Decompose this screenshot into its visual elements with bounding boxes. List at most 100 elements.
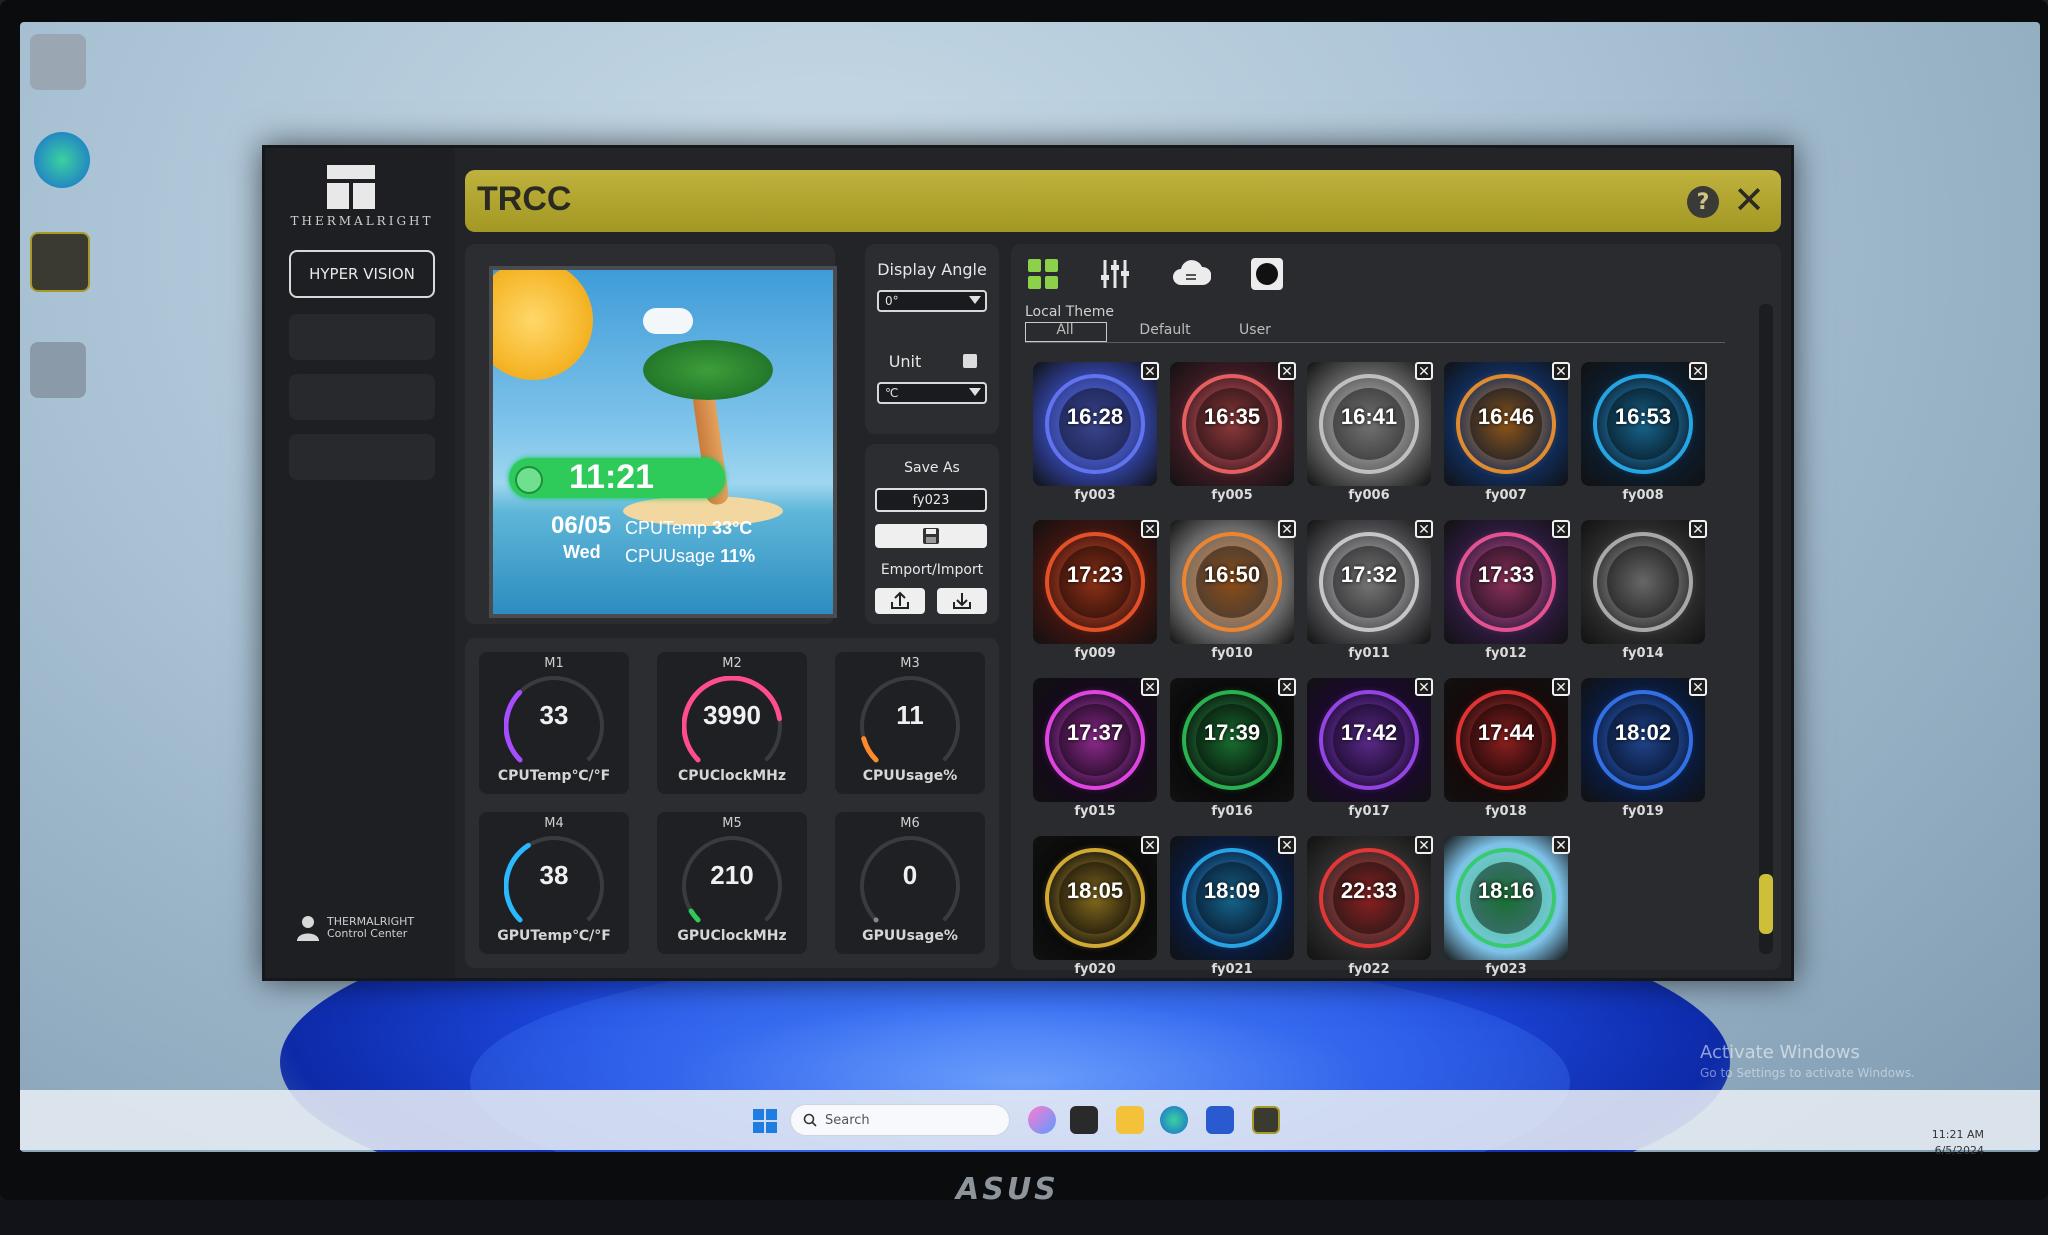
theme-grid-tool[interactable] [1023,254,1063,294]
lcd-preview[interactable]: 11:21 06/05 Wed CPUTemp 33°C CPUUsage 11… [489,266,837,618]
theme-card-fy012[interactable]: 17:33 ✕ fy012 [1444,520,1572,670]
theme-thumbnail[interactable]: 17:37 [1033,678,1157,802]
theme-card-fy011[interactable]: 17:32 ✕ fy011 [1307,520,1435,670]
sidebar-slot-1[interactable] [289,314,435,360]
theme-thumbnail[interactable]: 17:42 [1307,678,1431,802]
delete-theme-button[interactable]: ✕ [1552,362,1570,380]
theme-card-fy018[interactable]: 17:44 ✕ fy018 [1444,678,1572,828]
edge-taskbar-icon[interactable] [1160,1106,1188,1134]
system-clock[interactable]: 11:21 AM [1912,1128,1984,1141]
taskbar-search[interactable]: Search [790,1104,1010,1136]
delete-theme-button[interactable]: ✕ [1141,362,1159,380]
theme-card-fy009[interactable]: 17:23 ✕ fy009 [1033,520,1161,670]
theme-thumbnail[interactable]: 18:16 [1444,836,1568,960]
theme-thumbnail[interactable]: 16:28 [1033,362,1157,486]
task-view-icon[interactable] [1070,1106,1098,1134]
theme-card-fy010[interactable]: 16:50 ✕ fy010 [1170,520,1298,670]
gauge-m6[interactable]: M6 0 GPUUsage% [835,812,985,954]
delete-theme-button[interactable]: ✕ [1552,836,1570,854]
theme-card-fy019[interactable]: 18:02 ✕ fy019 [1581,678,1709,828]
gauge-m1[interactable]: M1 33 CPUTemp℃/°F [479,652,629,794]
delete-theme-button[interactable]: ✕ [1552,678,1570,696]
trcc-shortcut-icon[interactable] [30,232,90,292]
tab-default[interactable]: Default [1125,322,1205,338]
theme-thumbnail[interactable]: 17:44 [1444,678,1568,802]
adjust-tool[interactable] [1095,254,1135,294]
theme-scrollbar-track[interactable] [1759,304,1773,954]
delete-theme-button[interactable]: ✕ [1141,836,1159,854]
control-center-link[interactable]: THERMALRIGHT Control Center [295,908,435,948]
theme-card-fy021[interactable]: 18:09 ✕ fy021 [1170,836,1298,986]
gauge-m4[interactable]: M4 38 GPUTemp℃/°F [479,812,629,954]
theme-thumbnail[interactable]: 16:53 [1581,362,1705,486]
sidebar-slot-3[interactable] [289,434,435,480]
delete-theme-button[interactable]: ✕ [1415,362,1433,380]
gauge-m3[interactable]: M3 11 CPUUsage% [835,652,985,794]
theme-card-fy007[interactable]: 16:46 ✕ fy007 [1444,362,1572,512]
copilot-icon[interactable] [1028,1106,1056,1134]
import-button[interactable] [937,588,987,614]
theme-thumbnail[interactable] [1581,520,1705,644]
unit-checkbox[interactable] [963,354,977,368]
theme-card-fy006[interactable]: 16:41 ✕ fy006 [1307,362,1435,512]
theme-thumbnail[interactable]: 17:32 [1307,520,1431,644]
theme-thumbnail[interactable]: 16:41 [1307,362,1431,486]
theme-card-fy008[interactable]: 16:53 ✕ fy008 [1581,362,1709,512]
theme-card-fy022[interactable]: 22:33 ✕ fy022 [1307,836,1435,986]
theme-thumbnail[interactable]: 17:33 [1444,520,1568,644]
display-angle-select[interactable]: 0° [877,290,987,312]
save-button[interactable] [875,524,987,548]
theme-card-fy020[interactable]: 18:05 ✕ fy020 [1033,836,1161,986]
delete-theme-button[interactable]: ✕ [1141,520,1159,538]
delete-theme-button[interactable]: ✕ [1278,836,1296,854]
gauge-m5[interactable]: M5 210 GPUClockMHz [657,812,807,954]
theme-card-fy015[interactable]: 17:37 ✕ fy015 [1033,678,1161,828]
theme-thumbnail[interactable]: 16:50 [1170,520,1294,644]
delete-theme-button[interactable]: ✕ [1689,362,1707,380]
store-icon[interactable] [1206,1106,1234,1134]
windows-start-icon[interactable] [752,1108,778,1134]
delete-theme-button[interactable]: ✕ [1415,678,1433,696]
delete-theme-button[interactable]: ✕ [1278,520,1296,538]
installer-icon[interactable] [30,342,86,398]
theme-thumbnail[interactable]: 18:09 [1170,836,1294,960]
delete-theme-button[interactable]: ✕ [1141,678,1159,696]
delete-theme-button[interactable]: ✕ [1415,836,1433,854]
recycle-bin-icon[interactable] [30,34,86,90]
sidebar-slot-2[interactable] [289,374,435,420]
unit-select[interactable]: ℃ [877,382,987,404]
theme-thumbnail[interactable]: 16:46 [1444,362,1568,486]
theme-thumbnail[interactable]: 22:33 [1307,836,1431,960]
export-button[interactable] [875,588,925,614]
tab-user[interactable]: User [1215,322,1295,338]
delete-theme-button[interactable]: ✕ [1552,520,1570,538]
file-explorer-icon[interactable] [1116,1106,1144,1134]
hyper-vision-button[interactable]: HYPER VISION [289,250,435,298]
theme-thumbnail[interactable]: 16:35 [1170,362,1294,486]
theme-thumbnail[interactable]: 17:23 [1033,520,1157,644]
tab-all[interactable]: All [1025,322,1105,338]
delete-theme-button[interactable]: ✕ [1689,678,1707,696]
theme-card-fy017[interactable]: 17:42 ✕ fy017 [1307,678,1435,828]
theme-card-fy016[interactable]: 17:39 ✕ fy016 [1170,678,1298,828]
theme-thumbnail[interactable]: 18:05 [1033,836,1157,960]
theme-card-fy014[interactable]: ✕ fy014 [1581,520,1709,670]
theme-card-fy023[interactable]: 18:16 ✕ fy023 [1444,836,1572,986]
delete-theme-button[interactable]: ✕ [1689,520,1707,538]
gauge-m2[interactable]: M2 3990 CPUClockMHz [657,652,807,794]
theme-scrollbar-thumb[interactable] [1759,874,1773,934]
theme-card-fy003[interactable]: 16:28 ✕ fy003 [1033,362,1161,512]
trcc-taskbar-icon[interactable] [1252,1106,1280,1134]
theme-card-fy005[interactable]: 16:35 ✕ fy005 [1170,362,1298,512]
help-button[interactable]: ? [1687,186,1719,218]
close-button[interactable]: ✕ [1731,178,1767,222]
delete-theme-button[interactable]: ✕ [1278,678,1296,696]
edge-browser-icon[interactable] [34,132,90,188]
circle-mask-tool[interactable] [1247,254,1287,294]
theme-thumbnail[interactable]: 18:02 [1581,678,1705,802]
cloud-tool[interactable] [1171,254,1211,294]
theme-thumbnail[interactable]: 17:39 [1170,678,1294,802]
save-as-input[interactable]: fy023 [875,488,987,512]
delete-theme-button[interactable]: ✕ [1415,520,1433,538]
system-date[interactable]: 6/5/2024 [1912,1144,1984,1157]
